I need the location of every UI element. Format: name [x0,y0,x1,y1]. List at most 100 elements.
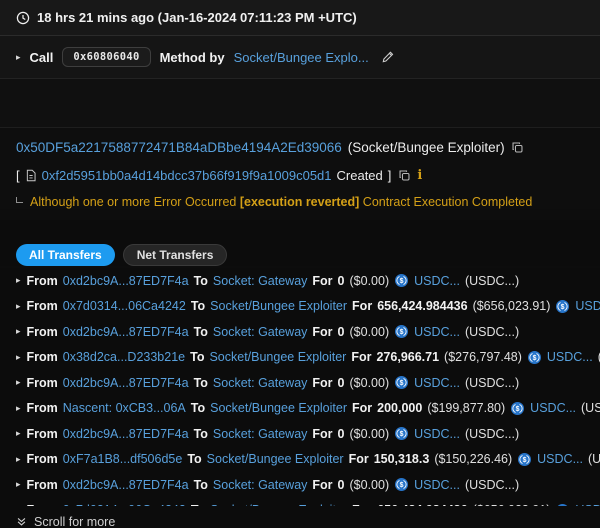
method-owner-link[interactable]: Socket/Bungee Explo... [234,50,369,65]
expand-caret-icon[interactable]: ▸ [16,378,21,387]
usdc-token-icon: $ [511,402,524,415]
usd-value: ($656,023.91) [473,299,551,313]
transfer-amount: 656,424.984436 [377,299,467,313]
transfer-row[interactable]: ▸ From 0x7d0314...06Ca4242 To Socket/Bun… [0,498,600,507]
contract-address-link[interactable]: 0x50DF5a2217588772471B84aDBbe4194A2Ed390… [16,140,342,155]
from-address-link[interactable]: 0x7d0314...06Ca4242 [63,503,186,506]
from-address-link[interactable]: 0xd2bc9A...87ED7F4a [63,325,189,339]
for-label: For [352,401,372,415]
expand-caret-icon[interactable]: ▸ [16,302,21,311]
from-address-link[interactable]: 0x7d0314...06Ca4242 [63,299,186,313]
for-label: For [352,299,372,313]
corner-branch-icon [16,197,23,203]
transfer-row[interactable]: ▸ From 0xd2bc9A...87ED7F4a To Socket: Ga… [0,421,600,447]
to-address-link[interactable]: Socket/Bungee Exploiter [207,452,344,466]
clock-icon [16,11,30,25]
usdc-token-icon: $ [518,453,531,466]
from-label: From [27,478,58,492]
from-label: From [27,427,58,441]
from-address-link[interactable]: 0xF7a1B8...df506d5e [63,452,183,466]
for-label: For [312,376,332,390]
token-name: (USDC...) [465,478,519,492]
copy-icon[interactable] [398,169,411,182]
timestamp-text: 18 hrs 21 mins ago (Jan-16-2024 07:11:23… [37,10,357,25]
transfer-row[interactable]: ▸ From 0xd2bc9A...87ED7F4a To Socket: Ga… [0,370,600,396]
info-icon[interactable]: i [417,168,422,183]
created-address-link[interactable]: 0xf2d5951bb0a4d14bdcc37b66f919f9a1009c05… [42,168,332,183]
usd-value: ($199,877.80) [427,401,505,415]
transfer-row[interactable]: ▸ From 0xd2bc9A...87ED7F4a To Socket: Ga… [0,319,600,345]
to-label: To [191,503,205,506]
token-link[interactable]: USDC... [530,401,576,415]
to-address-link[interactable]: Socket: Gateway [213,478,308,492]
usdc-token-icon: $ [395,325,408,338]
to-label: To [187,452,201,466]
for-label: For [352,503,372,506]
edit-pencil-icon[interactable] [381,50,395,64]
token-link[interactable]: USDC... [414,478,460,492]
token-link[interactable]: USDC... [414,274,460,288]
to-address-link[interactable]: Socket/Bungee Exploiter [210,299,347,313]
transfer-row[interactable]: ▸ From Nascent: 0xCB3...06A To Socket/Bu… [0,396,600,422]
from-label: From [27,299,58,313]
transfer-amount: 0 [338,478,345,492]
expand-caret-icon[interactable]: ▸ [16,276,21,285]
tab-net-transfers[interactable]: Net Transfers [123,244,228,266]
from-label: From [27,274,58,288]
transfer-row[interactable]: ▸ From 0xF7a1B8...df506d5e To Socket/Bun… [0,447,600,473]
scroll-footer[interactable]: Scroll for more [0,506,600,528]
tab-all-transfers[interactable]: All Transfers [16,244,115,266]
from-address-link[interactable]: 0xd2bc9A...87ED7F4a [63,427,189,441]
to-address-link[interactable]: Socket: Gateway [213,274,308,288]
usdc-token-icon: $ [395,376,408,389]
expand-caret-icon[interactable]: ▸ [16,455,21,464]
to-address-link[interactable]: Socket/Bungee Exploiter [210,401,347,415]
from-address-link[interactable]: Nascent: 0xCB3...06A [63,401,186,415]
warning-text: Although one or more Error Occurred [exe… [30,195,532,209]
function-selector-badge[interactable]: 0x60806040 [62,47,150,67]
usd-value: ($0.00) [350,376,390,390]
execution-warning-line: Although one or more Error Occurred [exe… [16,194,584,209]
transfer-row[interactable]: ▸ From 0xd2bc9A...87ED7F4a To Socket: Ga… [0,268,600,294]
expand-caret-icon[interactable]: ▸ [16,429,21,438]
token-name: (USDC...) [581,401,600,415]
for-label: For [351,350,371,364]
created-contract-line: [ 0xf2d5951bb0a4d14bdcc37b66f919f9a1009c… [16,167,584,184]
to-address-link[interactable]: Socket: Gateway [213,325,308,339]
token-link[interactable]: USDC... [547,350,593,364]
token-link[interactable]: USDC... [414,325,460,339]
to-label: To [191,401,205,415]
transfer-row[interactable]: ▸ From 0xd2bc9A...87ED7F4a To Socket: Ga… [0,472,600,498]
from-address-link[interactable]: 0xd2bc9A...87ED7F4a [63,274,189,288]
transfer-amount: 656,424.984436 [377,503,467,506]
usdc-token-icon: $ [528,351,541,364]
usd-value: ($276,797.48) [444,350,522,364]
transfer-amount: 200,000 [377,401,422,415]
transfer-row[interactable]: ▸ From 0x7d0314...06Ca4242 To Socket/Bun… [0,294,600,320]
transfer-row[interactable]: ▸ From 0x38d2ca...D233b21e To Socket/Bun… [0,345,600,371]
token-link[interactable]: USDC... [414,427,460,441]
call-row[interactable]: ▸ Call 0x60806040 Method by Socket/Bunge… [0,36,600,79]
from-address-link[interactable]: 0xd2bc9A...87ED7F4a [63,478,189,492]
to-address-link[interactable]: Socket/Bungee Exploiter [209,350,346,364]
execution-reverted-badge: [execution reverted] [240,195,359,209]
copy-icon[interactable] [511,141,524,154]
expand-caret-icon[interactable]: ▸ [16,353,21,362]
expand-caret-icon[interactable]: ▸ [16,480,21,489]
token-link[interactable]: USDC... [537,452,583,466]
from-address-link[interactable]: 0xd2bc9A...87ED7F4a [63,376,189,390]
svg-text:$: $ [400,482,404,489]
transfer-list: ▸ From 0xd2bc9A...87ED7F4a To Socket: Ga… [0,268,600,506]
to-address-link[interactable]: Socket: Gateway [213,427,308,441]
token-link[interactable]: USDC... [575,299,600,313]
token-link[interactable]: USDC... [414,376,460,390]
to-address-link[interactable]: Socket/Bungee Exploiter [210,503,347,506]
from-address-link[interactable]: 0x38d2ca...D233b21e [63,350,185,364]
expand-caret-icon[interactable]: ▸ [16,53,21,62]
expand-caret-icon[interactable]: ▸ [16,327,21,336]
expand-caret-icon[interactable]: ▸ [16,404,21,413]
transaction-panel: 18 hrs 21 mins ago (Jan-16-2024 07:11:23… [0,0,600,528]
token-link[interactable]: USDC... [575,503,600,506]
bracket-close: ] [388,168,392,183]
to-address-link[interactable]: Socket: Gateway [213,376,308,390]
